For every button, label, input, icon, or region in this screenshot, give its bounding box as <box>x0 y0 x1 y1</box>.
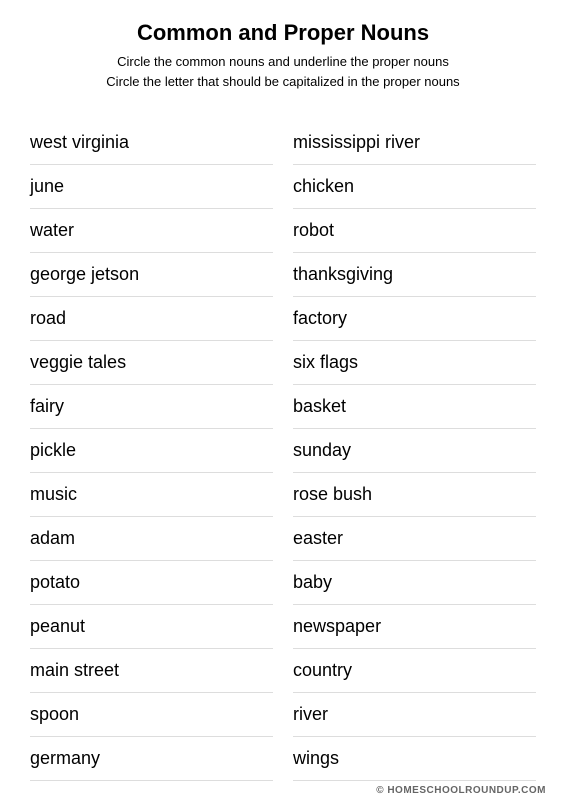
word-left-0: west virginia <box>30 121 273 165</box>
word-right-4: factory <box>293 297 536 341</box>
instruction-line-1: Circle the common nouns and underline th… <box>30 52 536 72</box>
page-title: Common and Proper Nouns <box>30 20 536 46</box>
word-right-11: newspaper <box>293 605 536 649</box>
word-right-7: sunday <box>293 429 536 473</box>
word-left-14: germany <box>30 737 273 781</box>
instruction-line-2: Circle the letter that should be capital… <box>30 72 536 92</box>
word-grid: west virginia mississippi river june chicke… <box>30 121 536 781</box>
word-left-4: road <box>30 297 273 341</box>
word-left-2: water <box>30 209 273 253</box>
word-left-11: peanut <box>30 605 273 649</box>
word-right-6: basket <box>293 385 536 429</box>
word-left-1: june <box>30 165 273 209</box>
word-right-3: thanksgiving <box>293 253 536 297</box>
word-left-9: adam <box>30 517 273 561</box>
page-header: Common and Proper Nouns Circle the commo… <box>30 20 536 91</box>
word-left-3: george jetson <box>30 253 273 297</box>
word-right-14: wings <box>293 737 536 781</box>
word-right-0: mississippi river <box>293 121 536 165</box>
word-left-8: music <box>30 473 273 517</box>
word-left-6: fairy <box>30 385 273 429</box>
word-right-8: rose bush <box>293 473 536 517</box>
word-right-9: easter <box>293 517 536 561</box>
word-right-1: chicken <box>293 165 536 209</box>
word-left-13: spoon <box>30 693 273 737</box>
word-left-12: main street <box>30 649 273 693</box>
word-right-10: baby <box>293 561 536 605</box>
word-right-12: country <box>293 649 536 693</box>
word-left-5: veggie tales <box>30 341 273 385</box>
footer-credit: © homeschoolroundup.com <box>376 785 546 796</box>
word-left-10: potato <box>30 561 273 605</box>
word-left-7: pickle <box>30 429 273 473</box>
word-right-2: robot <box>293 209 536 253</box>
word-right-13: river <box>293 693 536 737</box>
word-right-5: six flags <box>293 341 536 385</box>
